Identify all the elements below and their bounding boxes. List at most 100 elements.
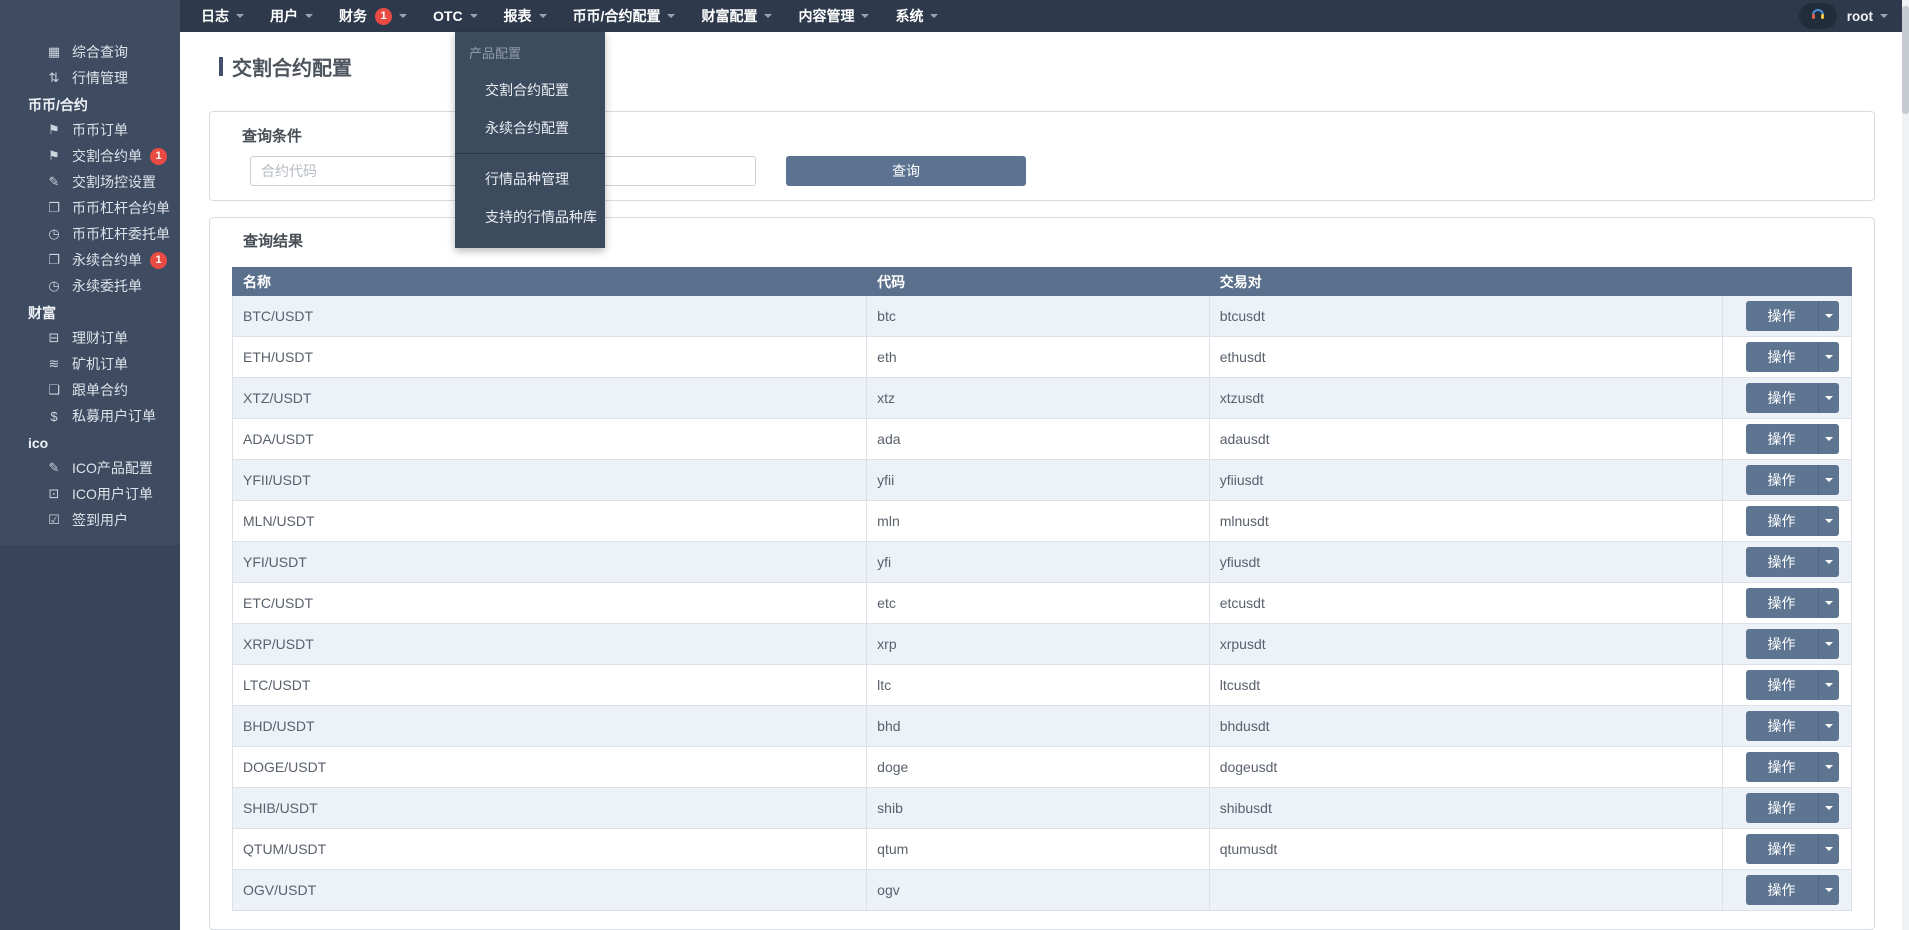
cell-name: ADA/USDT <box>233 419 867 460</box>
action-dropdown-toggle[interactable] <box>1818 424 1839 454</box>
action-dropdown-toggle[interactable] <box>1818 588 1839 618</box>
action-split-button: 操作 <box>1746 793 1839 823</box>
action-dropdown-toggle[interactable] <box>1818 301 1839 331</box>
table-row: XRP/USDTxrpxrpusdt操作 <box>233 624 1852 665</box>
chevron-down-icon <box>1880 14 1888 18</box>
sidebar-item-coin-leverage-entrust-orders[interactable]: ◷币币杠杆委托单 <box>0 221 180 247</box>
action-button[interactable]: 操作 <box>1746 752 1818 782</box>
action-dropdown-toggle[interactable] <box>1818 670 1839 700</box>
chevron-down-icon <box>1825 519 1833 523</box>
chevron-down-icon <box>1825 765 1833 769</box>
cell-pair: xrpusdt <box>1209 624 1722 665</box>
action-button[interactable]: 操作 <box>1746 588 1818 618</box>
action-split-button: 操作 <box>1746 875 1839 905</box>
scrollbar-thumb[interactable] <box>1902 6 1909 114</box>
action-dropdown-toggle[interactable] <box>1818 793 1839 823</box>
action-dropdown-toggle[interactable] <box>1818 752 1839 782</box>
sidebar-item-comprehensive-query[interactable]: ▦综合查询 <box>0 39 180 65</box>
action-button[interactable]: 操作 <box>1746 506 1818 536</box>
chevron-down-icon <box>470 14 478 18</box>
action-dropdown-toggle[interactable] <box>1818 547 1839 577</box>
sidebar-item-miner-orders[interactable]: ≋矿机订单 <box>0 351 180 377</box>
action-button[interactable]: 操作 <box>1746 424 1818 454</box>
dropdown-item-supported-market-symbol-library[interactable]: 支持的行情品种库 <box>455 198 605 236</box>
nav-item-wealth-config[interactable]: 财富配置 <box>688 0 785 32</box>
cell-pair: shibusdt <box>1209 788 1722 829</box>
action-dropdown-toggle[interactable] <box>1818 383 1839 413</box>
sidebar-item-label: 跟单合约 <box>72 380 128 400</box>
action-button[interactable]: 操作 <box>1746 547 1818 577</box>
action-dropdown-toggle[interactable] <box>1818 506 1839 536</box>
sidebar-item-checkin-users[interactable]: ☑签到用户 <box>0 507 180 533</box>
sidebar-item-ico-product-config[interactable]: ✎ICO产品配置 <box>0 455 180 481</box>
action-button[interactable]: 操作 <box>1746 465 1818 495</box>
action-button[interactable]: 操作 <box>1746 834 1818 864</box>
nav-item-system[interactable]: 系统 <box>882 0 951 32</box>
coins-icon: ⊟ <box>44 330 64 346</box>
sidebar-item-wealth-orders[interactable]: ⊟理财订单 <box>0 325 180 351</box>
action-dropdown-toggle[interactable] <box>1818 465 1839 495</box>
nav-item-users[interactable]: 用户 <box>257 0 326 32</box>
nav-item-label: 系统 <box>895 6 923 26</box>
action-dropdown-toggle[interactable] <box>1818 342 1839 372</box>
sidebar-item-label: ICO用户订单 <box>72 484 153 504</box>
chevron-down-icon <box>1825 724 1833 728</box>
action-button[interactable]: 操作 <box>1746 629 1818 659</box>
chevron-down-icon <box>930 14 938 18</box>
sidebar-item-delivery-control-settings[interactable]: ✎交割场控设置 <box>0 169 180 195</box>
sidebar-item-perpetual-entrust-orders[interactable]: ◷永续委托单 <box>0 273 180 299</box>
column-header-actions <box>1723 268 1852 296</box>
cell-pair: etcusdt <box>1209 583 1722 624</box>
nav-item-reports[interactable]: 报表 <box>491 0 560 32</box>
action-dropdown-toggle[interactable] <box>1818 629 1839 659</box>
sidebar-item-coin-orders[interactable]: ⚑币币订单 <box>0 117 180 143</box>
cell-name: BTC/USDT <box>233 296 867 337</box>
nav-item-label: 日志 <box>201 6 229 26</box>
sidebar-item-copy-trade-contracts[interactable]: ❏跟单合约 <box>0 377 180 403</box>
action-split-button: 操作 <box>1746 834 1839 864</box>
action-split-button: 操作 <box>1746 465 1839 495</box>
cell-pair: ethusdt <box>1209 337 1722 378</box>
dropdown-item-perpetual-contract-config[interactable]: 永续合约配置 <box>455 109 605 147</box>
cell-code: bhd <box>867 706 1210 747</box>
sidebar-item-label: 综合查询 <box>72 42 128 62</box>
scrollbar-track[interactable] <box>1902 0 1909 930</box>
nav-item-content-management[interactable]: 内容管理 <box>785 0 882 32</box>
cell-code: xrp <box>867 624 1210 665</box>
chevron-down-icon <box>1825 847 1833 851</box>
sidebar-item-private-user-orders[interactable]: $私募用户订单 <box>0 403 180 429</box>
action-button[interactable]: 操作 <box>1746 670 1818 700</box>
sidebar-item-ico-user-orders[interactable]: ⊡ICO用户订单 <box>0 481 180 507</box>
dropdown-item-market-symbol-management[interactable]: 行情品种管理 <box>455 160 605 198</box>
nav-item-otc[interactable]: OTC <box>420 0 491 32</box>
dropdown-item-delivery-contract-config[interactable]: 交割合约配置 <box>455 71 605 109</box>
action-button[interactable]: 操作 <box>1746 793 1818 823</box>
action-button[interactable]: 操作 <box>1746 301 1818 331</box>
sidebar-item-delivery-contract-orders[interactable]: ⚑交割合约单1 <box>0 143 180 169</box>
avatar[interactable] <box>1799 3 1837 29</box>
chevron-down-icon <box>1825 396 1833 400</box>
nav-item-coin-contract-config[interactable]: 币币/合约配置 <box>560 0 689 32</box>
user-menu[interactable]: root <box>1847 9 1873 24</box>
action-split-button: 操作 <box>1746 629 1839 659</box>
sidebar-item-perpetual-contract-orders[interactable]: ❐永续合约单1 <box>0 247 180 273</box>
action-button[interactable]: 操作 <box>1746 711 1818 741</box>
sidebar-item-coin-leverage-contract-orders[interactable]: ❐币币杠杆合约单 <box>0 195 180 221</box>
chevron-down-icon <box>861 14 869 18</box>
action-dropdown-toggle[interactable] <box>1818 711 1839 741</box>
cell-name: BHD/USDT <box>233 706 867 747</box>
search-button[interactable]: 查询 <box>786 156 1026 186</box>
action-button[interactable]: 操作 <box>1746 342 1818 372</box>
sidebar-item-market-management[interactable]: ⇅行情管理 <box>0 65 180 91</box>
chevron-down-icon <box>1825 560 1833 564</box>
cell-actions: 操作 <box>1723 829 1852 870</box>
nav-item-logs[interactable]: 日志 <box>188 0 257 32</box>
cell-code: ada <box>867 419 1210 460</box>
action-dropdown-toggle[interactable] <box>1818 875 1839 905</box>
action-split-button: 操作 <box>1746 670 1839 700</box>
action-dropdown-toggle[interactable] <box>1818 834 1839 864</box>
nav-item-finance[interactable]: 财务1 <box>326 0 420 32</box>
action-button[interactable]: 操作 <box>1746 383 1818 413</box>
action-split-button: 操作 <box>1746 588 1839 618</box>
action-button[interactable]: 操作 <box>1746 875 1818 905</box>
